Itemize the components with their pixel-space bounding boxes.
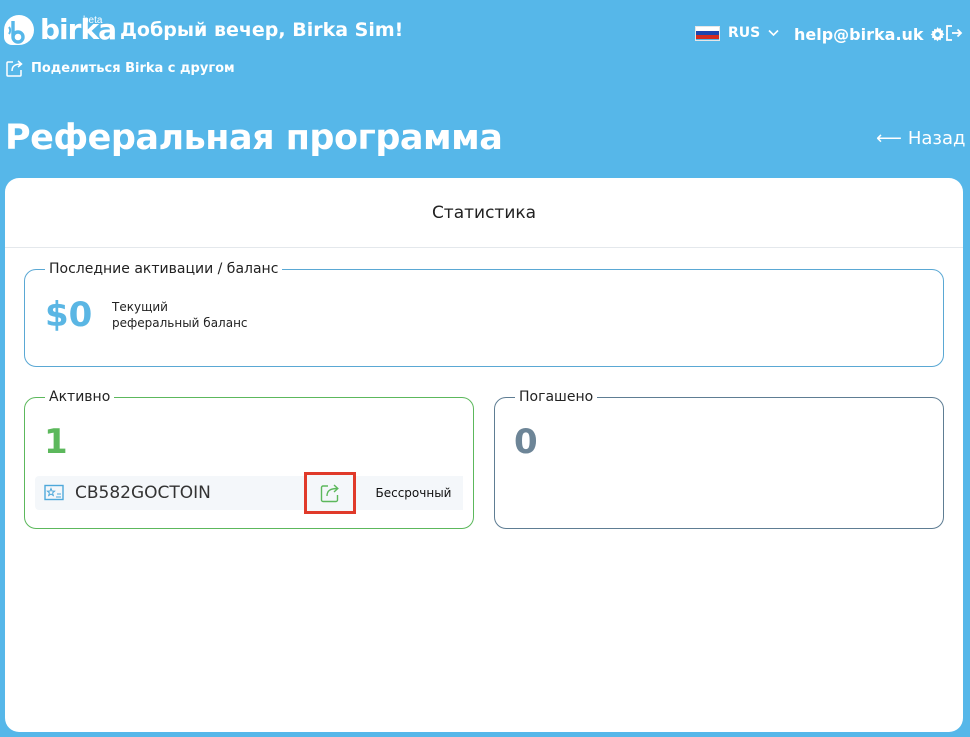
greeting-text: Добрый вечер, Birka Sim! bbox=[120, 19, 404, 41]
page-title: Реферальная программа bbox=[5, 118, 503, 158]
account-menu[interactable]: help@birka.uk bbox=[794, 24, 945, 44]
birka-logo[interactable]: birka beta bbox=[4, 12, 117, 46]
russia-flag-icon bbox=[695, 25, 720, 41]
balance-label-line1: Текущий bbox=[112, 300, 168, 314]
balance-legend: Последние активации / баланс bbox=[45, 261, 283, 277]
active-section: Активно 1 CB582GOCTOIN Бессрочный bbox=[24, 389, 474, 529]
used-section: Погашено 0 bbox=[494, 389, 944, 529]
logo-beta-badge: beta bbox=[83, 15, 103, 26]
balance-label: Текущий реферальный баланс bbox=[112, 299, 272, 331]
language-code: RUS bbox=[728, 25, 761, 41]
logout-icon[interactable] bbox=[945, 24, 963, 42]
gear-icon[interactable] bbox=[930, 26, 945, 42]
language-selector[interactable]: RUS bbox=[695, 24, 779, 42]
share-birka-link[interactable]: Поделиться Birka с другом bbox=[5, 58, 235, 78]
used-count: 0 bbox=[514, 422, 538, 462]
share-code-button[interactable] bbox=[304, 472, 356, 514]
active-legend: Активно bbox=[45, 389, 115, 405]
share-code-icon bbox=[320, 484, 339, 503]
balance-amount: $0 bbox=[45, 295, 93, 335]
share-birka-label: Поделиться Birka с другом bbox=[31, 60, 235, 76]
used-legend: Погашено bbox=[515, 389, 598, 405]
logo-mark-icon bbox=[4, 15, 34, 45]
card-title: Статистика bbox=[5, 178, 963, 248]
logo-text: birka bbox=[40, 13, 117, 46]
active-count: 1 bbox=[44, 422, 68, 462]
back-arrow-icon: ⟵ bbox=[876, 127, 902, 149]
ticket-icon bbox=[44, 484, 64, 501]
back-link[interactable]: ⟵ Назад bbox=[876, 127, 965, 149]
account-email: help@birka.uk bbox=[794, 24, 924, 44]
share-icon bbox=[6, 59, 23, 77]
balance-label-line2: реферальный баланс bbox=[112, 316, 248, 330]
statistics-card: Статистика Последние активации / баланс … bbox=[5, 178, 963, 732]
promo-code-term: Бессрочный bbox=[364, 476, 463, 510]
back-label: Назад bbox=[907, 127, 966, 149]
promo-code[interactable]: CB582GOCTOIN bbox=[75, 483, 211, 503]
promo-code-row: CB582GOCTOIN Бессрочный bbox=[35, 472, 463, 514]
chevron-down-icon bbox=[768, 29, 779, 37]
balance-section: Последние активации / баланс $0 Текущий … bbox=[24, 261, 944, 367]
